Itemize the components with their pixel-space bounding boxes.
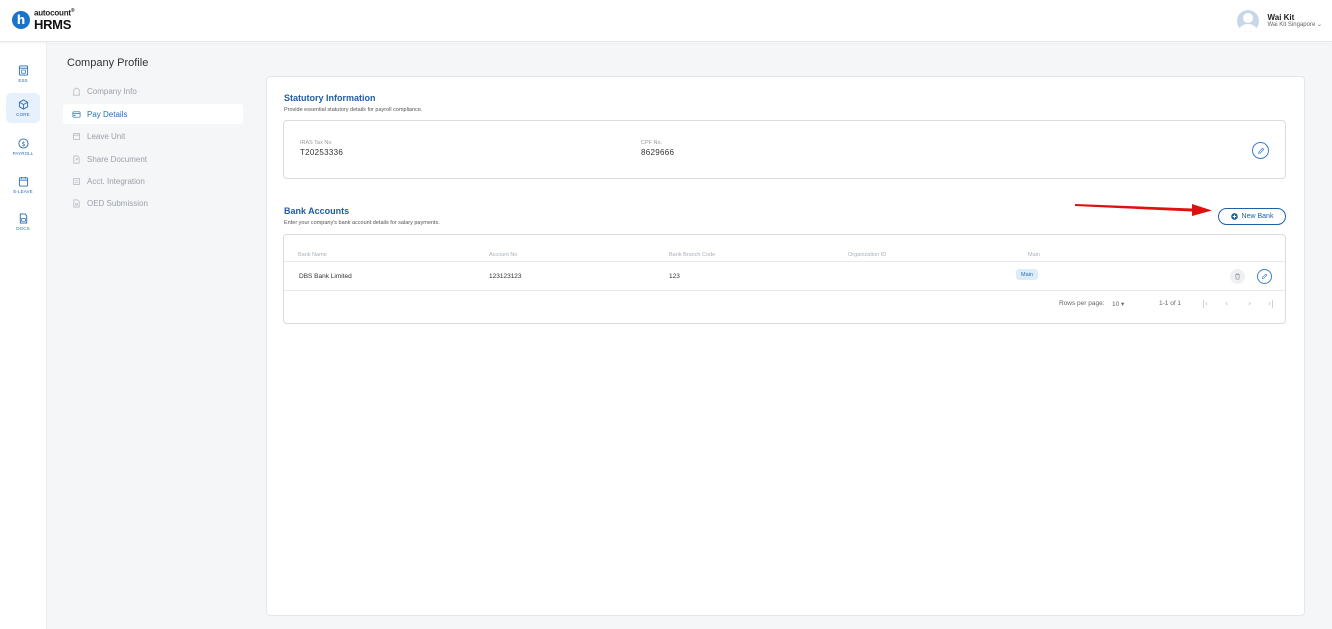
row-divider [284,290,1285,291]
iras-tax-value: T20253336 [300,148,344,157]
submission-icon [73,199,80,207]
ess-icon [18,65,28,76]
module-rail: ESS CORE $ PAYROLL E-LEAVE DOCS [0,43,47,629]
rail-label: DOCS [16,226,30,231]
column-header-account-no[interactable]: Account No [489,252,517,258]
rail-label: ESS [18,78,28,83]
next-page-icon[interactable]: › [1248,299,1251,308]
annotation-arrow-icon [1075,204,1212,216]
rail-item-eleave[interactable]: E-LEAVE [6,170,40,200]
new-bank-label: New Bank [1241,213,1274,220]
cell-branch-code: 123 [669,273,680,280]
pencil-icon [1261,273,1268,280]
cell-account-no: 123123123 [489,273,522,280]
nav-item-acct-integration[interactable]: Acct. Integration [63,171,243,191]
logo-mark-icon: h [12,10,30,29]
leave-unit-icon [72,132,81,140]
rail-label: E-LEAVE [13,189,33,194]
cpf-value: 8629666 [641,148,675,157]
edit-bank-button[interactable] [1257,269,1272,284]
subnav-title: Company Profile [67,57,149,69]
nav-item-company-info[interactable]: Company Info [63,81,243,101]
trash-icon [1235,273,1240,280]
svg-text:$: $ [21,140,25,148]
building-icon [72,86,81,95]
share-document-icon [73,155,80,163]
docs-icon [19,213,27,224]
pay-details-icon [72,110,81,118]
nav-item-label: Company Info [87,86,137,96]
brand-big: HRMS [34,16,72,32]
nav-item-pay-details[interactable]: Pay Details [63,104,243,124]
app-logo[interactable]: h autocount® HRMS [12,9,75,32]
last-page-icon[interactable]: ›| [1268,299,1274,308]
row-divider [284,261,1285,262]
nav-item-leave-unit[interactable]: Leave Unit [63,126,243,146]
rail-item-docs[interactable]: DOCS [6,207,40,237]
delete-bank-button[interactable] [1230,269,1245,284]
nav-item-share-document[interactable]: Share Document [63,149,243,169]
rows-per-page-value: 10 [1112,301,1120,308]
caret-down-icon: ▾ [1121,301,1125,308]
iras-tax-label: IRAS Tax No [300,140,332,146]
statutory-description: Provide essential statutory details for … [284,107,423,113]
nav-item-label: Pay Details [87,109,128,119]
user-company: Wai Kit Singapore [1267,22,1316,29]
integration-icon [72,177,81,185]
column-header-main[interactable]: Main [1028,252,1040,258]
core-icon [18,99,28,110]
top-header: h autocount® HRMS Wai Kit Wai Kit Singap… [0,0,1332,42]
user-name: Wai Kit [1267,12,1295,22]
edit-statutory-button[interactable] [1252,142,1269,159]
bank-accounts-title: Bank Accounts [284,206,350,216]
new-bank-button[interactable]: New Bank [1218,208,1286,225]
payroll-icon: $ [17,138,29,149]
cell-bank-name: DBS Bank Limited [299,273,352,280]
rail-label: CORE [16,112,30,117]
prev-page-icon[interactable]: ‹ [1225,299,1228,308]
user-menu[interactable]: Wai Kit Wai Kit Singapore ⌄ [1237,10,1322,32]
rail-label: PAYROLL [12,151,34,156]
bank-accounts-table [283,234,1286,324]
main-badge: Main [1016,269,1038,280]
page-range: 1-1 of 1 [1159,300,1182,307]
nav-item-label: OED Submission [87,198,148,208]
avatar [1237,10,1260,32]
column-header-organization-id[interactable]: Organization ID [848,252,886,258]
rows-per-page-select[interactable]: 10 ▾ [1112,300,1124,308]
rows-per-page-label: Rows per page: [1059,300,1105,307]
rail-item-core[interactable]: CORE [6,93,40,123]
first-page-icon[interactable]: |‹ [1202,299,1208,308]
rail-item-payroll[interactable]: $ PAYROLL [6,132,40,162]
statutory-box [283,120,1286,179]
nav-item-oed-submission[interactable]: OED Submission [63,193,243,213]
nav-item-label: Acct. Integration [87,176,145,186]
column-header-bank-name[interactable]: Bank Name [298,252,327,258]
eleave-icon [18,176,28,187]
rail-item-ess[interactable]: ESS [6,59,40,89]
statutory-title: Statutory Information [284,93,376,103]
bank-accounts-description: Enter your company's bank account detail… [284,220,440,226]
nav-item-label: Share Document [87,154,148,164]
chevron-down-icon: ⌄ [1316,22,1322,29]
column-header-branch-code[interactable]: Bank Branch Code [669,252,715,258]
plus-circle-icon [1230,213,1238,220]
company-profile-nav: Company Profile Company Info Pay Details… [47,43,258,629]
cpf-label: CPF No. [641,140,663,146]
pencil-icon [1257,147,1264,154]
nav-item-label: Leave Unit [87,131,126,141]
